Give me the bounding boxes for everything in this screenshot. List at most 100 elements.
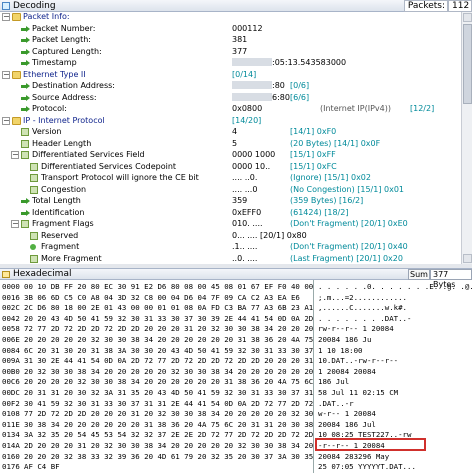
hex-offset: 00DC xyxy=(2,388,20,397)
tree-row[interactable]: − Differentiated Services Field 0000 1000 [… xyxy=(0,150,461,160)
tree-offset: (Ignore) [15/1] 0x02 xyxy=(290,173,371,182)
hex-row[interactable]: 0160 20 20 20 32 38 33 32 39 36 20 4D 61 … xyxy=(0,452,472,462)
tree-row[interactable]: Total Length 359 (359 Bytes) [16/2] xyxy=(0,196,461,206)
hex-offset: 0058 xyxy=(2,324,20,334)
tree-value: 0000 10.. xyxy=(232,161,271,171)
ascii-text: ,......C.......w.k#. xyxy=(318,303,407,313)
hex-row[interactable]: 0042 20 20 43 4D 50 41 59 32 30 31 33 30 … xyxy=(0,314,472,324)
tree-row[interactable]: Destination Address::80 [0/6] xyxy=(0,81,461,91)
arrow-icon xyxy=(21,37,30,44)
decoding-tree[interactable]: − Packet Info: Packet Number: 000112 Packet … xyxy=(0,12,461,264)
collapse-toggle-icon[interactable]: − xyxy=(11,151,19,159)
tree-value: 000112 xyxy=(232,23,263,33)
hex-offset: 002C xyxy=(2,303,20,313)
tree-row[interactable]: Header Length 5 (20 Bytes) [14/1] 0x0F xyxy=(0,139,461,149)
redacted-block xyxy=(232,58,272,66)
tree-row[interactable]: Protocol: 0x0800 (Internet IP(IPv4)) [12/2] xyxy=(0,104,461,114)
hex-title: Hexadecimal xyxy=(13,269,72,279)
tree-row[interactable]: Version 4 [14/1] 0xF0 xyxy=(0,127,461,137)
tree-offset: (61424) [18/2] xyxy=(290,207,349,217)
tree-row[interactable]: Identification 0xEFF0 (61424) [18/2] xyxy=(0,208,461,218)
hex-row[interactable]: 0084 6C 20 31 30 20 31 38 3A 30 30 20 43 … xyxy=(0,346,472,356)
arrow-icon xyxy=(21,94,30,102)
hex-bytes: 20 31 31 20 30 32 3A 31 35 20 43 4D 50 4… xyxy=(24,388,314,397)
tree-label: Packet Info: xyxy=(23,12,70,21)
decoding-scrollbar[interactable] xyxy=(461,12,472,264)
tree-label: Fragment xyxy=(41,242,80,251)
tree-offset: [0/6] xyxy=(290,81,310,90)
hex-row[interactable]: 00DC 20 31 31 20 30 32 3A 31 35 20 43 4D … xyxy=(0,388,472,398)
tree-row[interactable]: Packet Number: 000112 xyxy=(0,24,461,34)
tree-row[interactable]: − Packet Info: xyxy=(0,12,461,22)
hex-bytes: 20 20 20 20 20 32 30 30 38 34 20 20 20 2… xyxy=(24,335,314,344)
tree-label: Packet Number: xyxy=(32,23,96,33)
tree-row[interactable]: − Ethernet Type II [0/14] xyxy=(0,70,461,80)
hex-row[interactable]: 0176 AF C4 BF 25 07:05 YYYYYT.DAT... xyxy=(0,462,472,472)
arrow-icon xyxy=(21,25,30,33)
tree-row[interactable]: Congestion .... ...0 (No Congestion) [15/1… xyxy=(0,185,461,195)
hex-offset: 014A xyxy=(2,441,20,450)
scroll-down-arrow-icon[interactable] xyxy=(463,254,472,263)
hex-offset: 0134 xyxy=(2,430,20,440)
sum-button[interactable]: Sum xyxy=(408,269,430,280)
collapse-toggle-icon[interactable]: − xyxy=(2,70,10,79)
collapse-toggle-icon[interactable]: − xyxy=(2,13,10,21)
tree-row[interactable]: Timestamp:05:13.543583000 xyxy=(0,58,461,68)
packets-count[interactable]: 112 xyxy=(448,0,472,12)
packets-label: Packets: xyxy=(404,0,448,12)
tree-row[interactable]: Packet Length: 381 xyxy=(0,35,461,45)
tree-label: More Fragment xyxy=(41,253,102,263)
hex-bytes: 3B 06 6D C5 C0 A8 04 3D 32 C8 00 04 D6 0… xyxy=(24,292,300,302)
tree-row[interactable]: − Fragment Flags 010. .... (Don't Fragment)… xyxy=(0,219,461,229)
hex-row[interactable]: 0000 00 10 DB FF 20 80 EC 30 91 E2 D6 80 … xyxy=(0,282,472,292)
tree-value: ..0. .... xyxy=(232,253,258,263)
hex-row[interactable]: 011E 30 38 34 20 20 20 20 20 20 31 38 36 … xyxy=(0,420,472,430)
hex-row[interactable]: 0016 3B 06 6D C5 C0 A8 04 3D 32 C8 00 04 … xyxy=(0,293,472,303)
hex-row[interactable]: 00B0 20 32 30 30 38 34 20 20 20 20 20 32 … xyxy=(0,367,472,377)
hex-row[interactable]: 0058 72 77 2D 72 2D 2D 72 2D 2D 20 20 20 … xyxy=(0,324,472,334)
tree-row[interactable]: Reserved 0... .... [20/1] 0x80 xyxy=(0,231,461,241)
tree-value: 5 xyxy=(232,138,238,148)
tree-label: Version xyxy=(32,127,62,136)
tree-row[interactable]: − IP - Internet Protocol [14/20] xyxy=(0,116,461,126)
hex-row[interactable]: 002C 2C D6 80 18 00 2E 01 43 00 00 01 01 … xyxy=(0,303,472,313)
tree-label: Identification xyxy=(32,207,85,217)
collapse-toggle-icon[interactable]: − xyxy=(2,116,10,125)
hex-bytes: 3A 32 35 20 54 45 53 54 32 32 37 2E 2E 2… xyxy=(24,430,314,440)
tree-label: Congestion xyxy=(41,184,87,194)
hex-row[interactable]: 009A 31 30 2E 44 41 54 0D 0A 2D 72 77 2D … xyxy=(0,356,472,366)
hex-row[interactable]: 00C6 20 20 20 20 32 30 30 38 34 20 20 20 … xyxy=(0,377,472,387)
hex-bytes: 31 30 2E 44 41 54 0D 0A 2D 72 77 2D 72 2… xyxy=(24,356,314,366)
tree-description: (Internet IP(IPv4)) xyxy=(320,104,391,113)
tree-value: 010. .... xyxy=(232,219,263,228)
hex-offset: 0176 xyxy=(2,462,20,472)
hex-offset: 0084 xyxy=(2,345,20,355)
ascii-text: . . . . . . . .DAT..- xyxy=(318,313,412,323)
tree-row[interactable]: Transport Protocol will ignore the CE bi… xyxy=(0,173,461,183)
tree-offset: [12/2] xyxy=(410,104,435,113)
tree-label: Packet Length: xyxy=(32,35,92,44)
tree-offset: (Last Fragment) [20/1] 0x20 xyxy=(290,253,403,263)
tree-row[interactable]: Differentiated Services Codepoint 0000 10… xyxy=(0,162,461,172)
tree-offset: (20 Bytes) [14/1] 0x0F xyxy=(290,138,381,148)
hex-row[interactable]: 0108 77 2D 72 2D 2D 20 20 20 31 20 32 30 … xyxy=(0,409,472,419)
tree-row[interactable]: Captured Length: 377 xyxy=(0,47,461,57)
tree-value: :80 xyxy=(232,81,285,91)
ascii-text: . . . . . .0. . . . . . .E. .g. .@. xyxy=(318,282,472,291)
scroll-thumb[interactable] xyxy=(463,24,472,104)
redacted-block xyxy=(232,92,272,101)
ascii-text: 1 10 18:00 xyxy=(318,345,363,355)
hex-offset: 00F2 xyxy=(2,398,20,408)
hex-row[interactable]: 006E 20 20 20 20 20 32 30 30 38 34 20 20 … xyxy=(0,335,472,345)
hex-bytes: 20 20 20 32 38 33 32 39 36 20 4D 61 79 2… xyxy=(24,451,314,461)
ascii-text: 1 20084 20084 xyxy=(318,366,376,376)
hexadecimal-icon xyxy=(2,271,10,278)
arrow-icon xyxy=(21,198,30,205)
scroll-up-arrow-icon[interactable] xyxy=(463,13,472,22)
tree-row[interactable]: More Fragment ..0. .... (Last Fragment) [2… xyxy=(0,254,461,264)
tree-row[interactable]: Source Address: 6:80 [6/6] xyxy=(0,92,461,103)
tree-label: Protocol: xyxy=(32,104,67,113)
collapse-toggle-icon[interactable]: − xyxy=(11,220,19,228)
hex-row[interactable]: 00F2 30 41 59 32 30 31 33 30 37 31 31 2E … xyxy=(0,399,472,409)
tree-row[interactable]: Fragment .1.. .... (Don't Fragment) [20/1]… xyxy=(0,242,461,252)
